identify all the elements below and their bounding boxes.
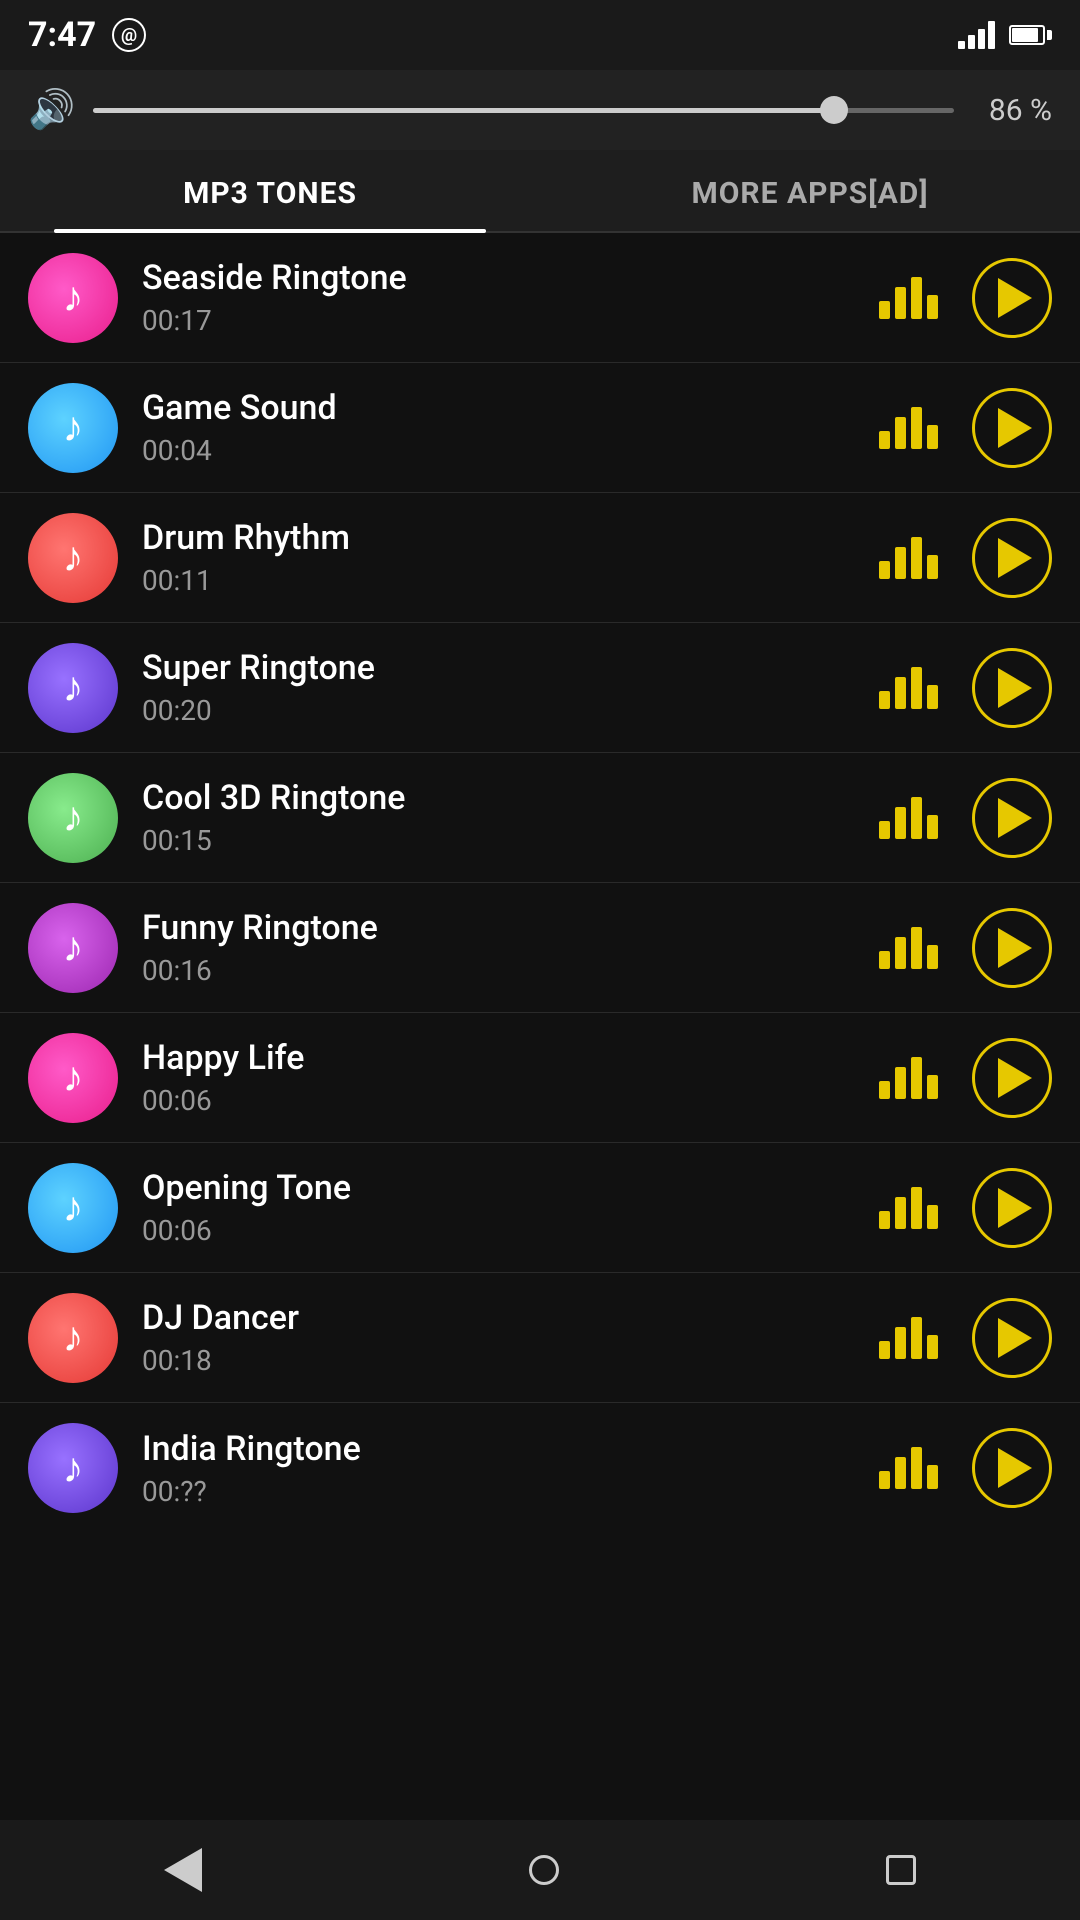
bars-icon bbox=[879, 927, 938, 969]
list-item: ♪ DJ Dancer 00:18 bbox=[0, 1273, 1080, 1403]
ringtone-icon: ♪ bbox=[28, 1033, 118, 1123]
track-info: DJ Dancer 00:18 bbox=[142, 1298, 855, 1377]
track-duration: 00:17 bbox=[142, 304, 855, 337]
bars-icon bbox=[879, 1187, 938, 1229]
ringtone-icon: ♪ bbox=[28, 903, 118, 993]
list-item: ♪ Game Sound 00:04 bbox=[0, 363, 1080, 493]
track-name: Cool 3D Ringtone bbox=[142, 778, 855, 818]
track-name: Happy Life bbox=[142, 1038, 855, 1078]
volume-icon: 🔊 bbox=[28, 88, 75, 132]
signal-icon bbox=[958, 21, 995, 49]
play-button[interactable] bbox=[972, 1428, 1052, 1508]
ringtone-icon: ♪ bbox=[28, 1163, 118, 1253]
play-button[interactable] bbox=[972, 518, 1052, 598]
track-duration: 00:16 bbox=[142, 954, 855, 987]
track-name: Funny Ringtone bbox=[142, 908, 855, 948]
play-triangle-icon bbox=[998, 1188, 1032, 1228]
ringtone-icon: ♪ bbox=[28, 383, 118, 473]
track-name: Drum Rhythm bbox=[142, 518, 855, 558]
notification-icon: @ bbox=[112, 18, 146, 52]
nav-bar bbox=[0, 1820, 1080, 1920]
play-button[interactable] bbox=[972, 908, 1052, 988]
play-triangle-icon bbox=[998, 928, 1032, 968]
track-name: Opening Tone bbox=[142, 1168, 855, 1208]
bars-icon bbox=[879, 1057, 938, 1099]
track-info: Cool 3D Ringtone 00:15 bbox=[142, 778, 855, 857]
play-triangle-icon bbox=[998, 668, 1032, 708]
track-name: Game Sound bbox=[142, 388, 855, 428]
list-item: ♪ Happy Life 00:06 bbox=[0, 1013, 1080, 1143]
bars-icon bbox=[879, 667, 938, 709]
play-button[interactable] bbox=[972, 1168, 1052, 1248]
bars-icon bbox=[879, 277, 938, 319]
volume-percent: 86 % bbox=[972, 93, 1052, 128]
track-name: India Ringtone bbox=[142, 1429, 855, 1469]
time-display: 7:47 bbox=[28, 15, 96, 55]
play-triangle-icon bbox=[998, 538, 1032, 578]
list-item: ♪ Drum Rhythm 00:11 bbox=[0, 493, 1080, 623]
track-name: Seaside Ringtone bbox=[142, 258, 855, 298]
track-info: Drum Rhythm 00:11 bbox=[142, 518, 855, 597]
ringtone-icon: ♪ bbox=[28, 1423, 118, 1513]
track-info: Happy Life 00:06 bbox=[142, 1038, 855, 1117]
ringtone-icon: ♪ bbox=[28, 643, 118, 733]
list-item: ♪ Cool 3D Ringtone 00:15 bbox=[0, 753, 1080, 883]
track-duration: 00:06 bbox=[142, 1214, 855, 1247]
track-info: Game Sound 00:04 bbox=[142, 388, 855, 467]
play-button[interactable] bbox=[972, 1038, 1052, 1118]
play-button[interactable] bbox=[972, 1298, 1052, 1378]
play-button[interactable] bbox=[972, 778, 1052, 858]
list-item: ♪ Super Ringtone 00:20 bbox=[0, 623, 1080, 753]
ringtone-list: ♪ Seaside Ringtone 00:17 ♪ Game Sound 00… bbox=[0, 233, 1080, 1833]
status-left: 7:47 @ bbox=[28, 15, 146, 55]
track-name: DJ Dancer bbox=[142, 1298, 855, 1338]
tab-more-apps[interactable]: MORE APPS[AD] bbox=[540, 150, 1080, 231]
ringtone-icon: ♪ bbox=[28, 1293, 118, 1383]
bars-icon bbox=[879, 1317, 938, 1359]
track-duration: 00:11 bbox=[142, 564, 855, 597]
track-info: Funny Ringtone 00:16 bbox=[142, 908, 855, 987]
ringtone-icon: ♪ bbox=[28, 513, 118, 603]
track-name: Super Ringtone bbox=[142, 648, 855, 688]
bars-icon bbox=[879, 407, 938, 449]
play-button[interactable] bbox=[972, 258, 1052, 338]
track-info: India Ringtone 00:?? bbox=[142, 1429, 855, 1508]
back-button[interactable] bbox=[164, 1848, 202, 1892]
tab-mp3-tones[interactable]: MP3 TONES bbox=[0, 150, 540, 231]
track-duration: 00:?? bbox=[142, 1475, 855, 1508]
play-triangle-icon bbox=[998, 278, 1032, 318]
list-item: ♪ Funny Ringtone 00:16 bbox=[0, 883, 1080, 1013]
ringtone-icon: ♪ bbox=[28, 773, 118, 863]
track-duration: 00:20 bbox=[142, 694, 855, 727]
status-bar: 7:47 @ bbox=[0, 0, 1080, 70]
list-item: ♪ Seaside Ringtone 00:17 bbox=[0, 233, 1080, 363]
volume-slider[interactable] bbox=[93, 108, 954, 113]
play-triangle-icon bbox=[998, 1448, 1032, 1488]
track-duration: 00:18 bbox=[142, 1344, 855, 1377]
bars-icon bbox=[879, 1447, 938, 1489]
play-button[interactable] bbox=[972, 388, 1052, 468]
volume-bar: 🔊 86 % bbox=[0, 70, 1080, 150]
track-duration: 00:06 bbox=[142, 1084, 855, 1117]
recents-button[interactable] bbox=[886, 1855, 916, 1885]
track-info: Opening Tone 00:06 bbox=[142, 1168, 855, 1247]
track-duration: 00:15 bbox=[142, 824, 855, 857]
play-triangle-icon bbox=[998, 1058, 1032, 1098]
track-info: Seaside Ringtone 00:17 bbox=[142, 258, 855, 337]
play-triangle-icon bbox=[998, 798, 1032, 838]
bars-icon bbox=[879, 797, 938, 839]
play-triangle-icon bbox=[998, 408, 1032, 448]
track-duration: 00:04 bbox=[142, 434, 855, 467]
bars-icon bbox=[879, 537, 938, 579]
battery-icon bbox=[1009, 25, 1052, 45]
track-info: Super Ringtone 00:20 bbox=[142, 648, 855, 727]
play-triangle-icon bbox=[998, 1318, 1032, 1358]
home-button[interactable] bbox=[529, 1855, 559, 1885]
list-item: ♪ Opening Tone 00:06 bbox=[0, 1143, 1080, 1273]
play-button[interactable] bbox=[972, 648, 1052, 728]
ringtone-icon: ♪ bbox=[28, 253, 118, 343]
status-right bbox=[958, 21, 1052, 49]
list-item: ♪ India Ringtone 00:?? bbox=[0, 1403, 1080, 1533]
tab-bar: MP3 TONES MORE APPS[AD] bbox=[0, 150, 1080, 233]
